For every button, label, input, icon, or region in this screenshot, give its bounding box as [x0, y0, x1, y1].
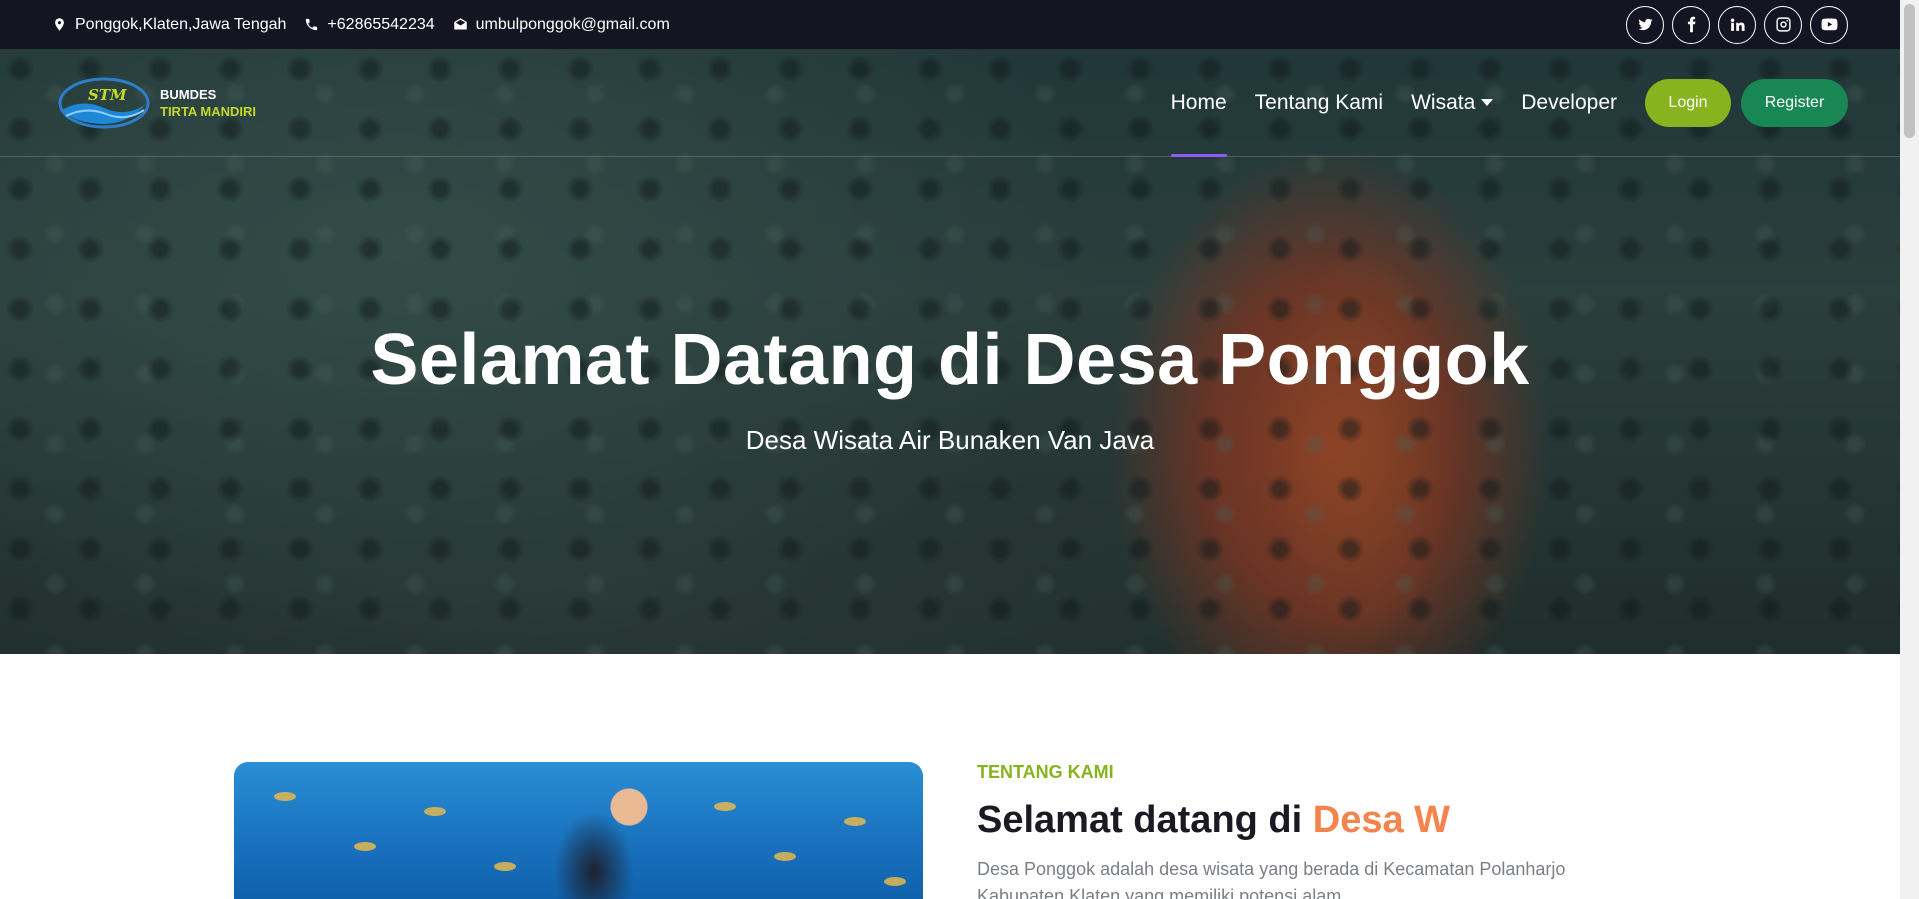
auth-buttons: Login Register: [1645, 78, 1848, 127]
nav-item-wisata-dropdown[interactable]: Wisata: [1411, 49, 1494, 157]
phone-text: +62865542234: [327, 15, 435, 33]
about-kicker: TENTANG KAMI: [977, 762, 1114, 782]
instagram-link[interactable]: [1764, 5, 1802, 44]
login-button[interactable]: Login: [1645, 78, 1731, 127]
instagram-icon: [1775, 17, 1791, 32]
fish-decoration: [274, 792, 296, 801]
fish-decoration: [424, 807, 446, 816]
youtube-icon: [1821, 18, 1837, 31]
fish-decoration: [354, 842, 376, 851]
scrollbar-thumb[interactable]: [1904, 4, 1915, 138]
page-scrollbar[interactable]: [1900, 0, 1919, 899]
nav-item-label: Tentang Kami: [1254, 90, 1384, 114]
caret-down-icon: [1481, 99, 1494, 106]
tirta-mandiri-logo-icon: STM: [58, 77, 150, 128]
fish-decoration: [884, 877, 906, 886]
linkedin-link[interactable]: [1718, 5, 1756, 44]
site-logo[interactable]: STM BUMDES TIRTA MANDIRI: [58, 76, 256, 130]
phone-info: +62865542234: [304, 15, 435, 34]
youtube-link[interactable]: [1810, 5, 1848, 44]
email-text: umbulponggok@gmail.com: [475, 15, 670, 33]
about-image: [234, 762, 923, 899]
brand-line-1: BUMDES: [160, 86, 217, 102]
nav-item-home[interactable]: Home: [1170, 49, 1227, 157]
twitter-icon: [1637, 18, 1653, 31]
brand-name: BUMDES TIRTA MANDIRI: [160, 86, 256, 120]
about-title-accent: Desa Wis: [1312, 799, 1452, 841]
about-title-prefix: Selamat datang di: [977, 799, 1313, 841]
map-pin-icon: [55, 18, 64, 31]
fish-decoration: [714, 802, 736, 811]
hero-subtitle: Desa Wisata Air Bunaken Van Java: [745, 425, 1155, 455]
main-navbar: STM BUMDES TIRTA MANDIRI Home Tentang Ka…: [0, 49, 1900, 157]
phone-icon: [306, 18, 318, 31]
envelope-open-icon: [453, 18, 467, 30]
contact-info: Ponggok,Klaten,Jawa Tengah +62865542234 …: [52, 16, 670, 34]
nav-menu: Home Tentang Kami Wisata Developer: [1170, 49, 1617, 157]
about-section: TENTANG KAMI Selamat datang di Desa Wis …: [977, 762, 1657, 899]
nav-item-label: Developer: [1521, 90, 1617, 114]
linkedin-icon: [1730, 18, 1745, 31]
nav-item-tentang-kami[interactable]: Tentang Kami: [1255, 49, 1383, 157]
location-info: Ponggok,Klaten,Jawa Tengah: [52, 16, 286, 34]
nav-item-label: Home: [1170, 90, 1227, 114]
facebook-icon: [1687, 16, 1695, 33]
nav-item-label: Wisata: [1411, 90, 1476, 114]
social-links: [1626, 5, 1848, 44]
hero-title: Selamat Datang di Desa Ponggok: [370, 320, 1530, 400]
facebook-link[interactable]: [1672, 5, 1710, 44]
top-info-bar: Ponggok,Klaten,Jawa Tengah +62865542234 …: [0, 0, 1900, 49]
location-text: Ponggok,Klaten,Jawa Tengah: [75, 15, 287, 33]
fish-decoration: [844, 817, 866, 826]
brand-line-2: TIRTA MANDIRI: [160, 103, 257, 119]
about-description: Desa Ponggok adalah desa wisata yang ber…: [977, 859, 1566, 899]
about-title: Selamat datang di Desa Wis: [977, 799, 1452, 842]
email-info: umbulponggok@gmail.com: [453, 16, 670, 34]
fish-decoration: [494, 862, 516, 871]
fish-decoration: [774, 852, 796, 861]
register-button[interactable]: Register: [1741, 78, 1848, 127]
logo-monogram: STM: [88, 86, 127, 104]
twitter-link[interactable]: [1626, 5, 1664, 44]
nav-item-developer[interactable]: Developer: [1521, 49, 1617, 157]
